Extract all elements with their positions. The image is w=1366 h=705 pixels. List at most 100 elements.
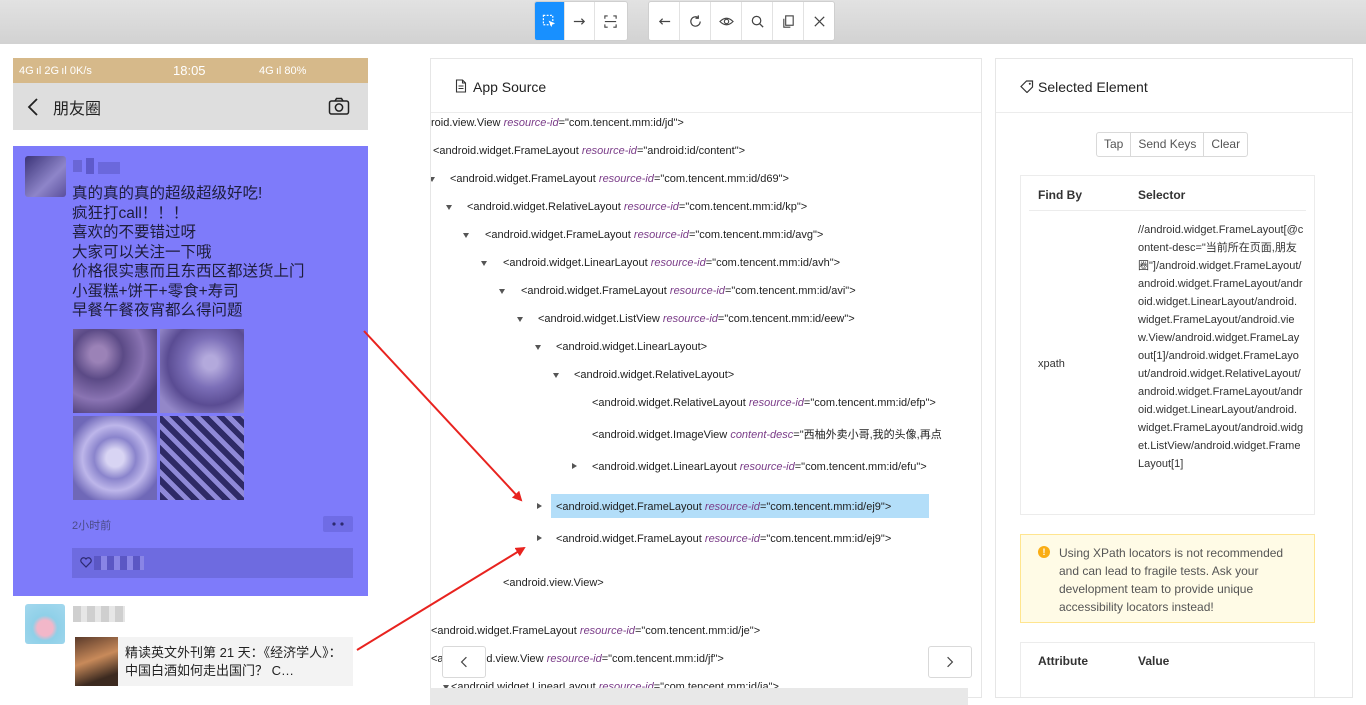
- node-attr-value: "com.tencent.mm:id/jd">: [565, 117, 684, 129]
- collapse-caret-icon[interactable]: [446, 205, 452, 210]
- post-image-4-qrcode[interactable]: [160, 416, 244, 500]
- post-image-2[interactable]: [160, 329, 244, 413]
- swipe-button[interactable]: [565, 2, 595, 40]
- tree-node[interactable]: roid.view.View resource-id="com.tencent.…: [431, 116, 684, 130]
- tree-node[interactable]: <android.widget.ListView resource-id="co…: [538, 312, 855, 326]
- node-attr-name: resource-id: [662, 313, 718, 325]
- show-hide-button[interactable]: [711, 2, 742, 40]
- blurred-liker-names: [94, 556, 144, 570]
- collapse-caret-icon[interactable]: [431, 177, 435, 182]
- camera-icon[interactable]: [328, 97, 350, 116]
- collapse-caret-icon[interactable]: [517, 317, 523, 322]
- node-attr-name: resource-id: [739, 461, 795, 473]
- post-line: 价格很实惠而且东西区都送货上门: [72, 263, 305, 280]
- tap-button[interactable]: Tap: [1097, 133, 1132, 156]
- clock-text: 18:05: [173, 63, 206, 78]
- tree-node[interactable]: <android.widget.ImageView content-desc="…: [592, 428, 942, 442]
- select-element-button[interactable]: [535, 2, 565, 40]
- node-attr-name: resource-id: [623, 201, 679, 213]
- user-avatar-2[interactable]: [25, 604, 65, 644]
- search-icon: [751, 15, 764, 28]
- back-arrow-icon[interactable]: [27, 98, 39, 116]
- node-attr-name: resource-id: [650, 257, 706, 269]
- send-keys-button[interactable]: Send Keys: [1131, 133, 1205, 156]
- expand-caret-icon[interactable]: [537, 535, 542, 541]
- expand-caret-icon[interactable]: [572, 463, 577, 469]
- scroll-right-button[interactable]: [928, 646, 972, 678]
- collapse-caret-icon[interactable]: [535, 345, 541, 350]
- battery-status-text: 4G ıl 80%: [259, 64, 307, 77]
- blurred-username-2[interactable]: [73, 606, 125, 622]
- xpath-warning-alert: ! Using XPath locators is not recommende…: [1020, 534, 1315, 623]
- tree-node[interactable]: <android.view.View>: [503, 576, 604, 590]
- warning-icon: !: [1038, 546, 1050, 558]
- article-thumbnail: [75, 637, 118, 686]
- post-line: 真的真的真的超级超级好吃!: [72, 185, 263, 202]
- selected-element-panel: Selected Element Tap Send Keys Clear Fin…: [995, 58, 1353, 698]
- inspector-toolbar: [0, 0, 1366, 44]
- post-line: 小蛋糕+饼干+零食+寿司: [72, 282, 239, 300]
- node-tag: <android.widget.LinearLayout: [592, 461, 737, 473]
- node-tag: <android.widget.FrameLayout: [433, 145, 579, 157]
- tree-node[interactable]: <android.widget.RelativeLayout resource-…: [592, 396, 936, 410]
- node-tag: <android.widget.ListView: [538, 313, 660, 325]
- post-image-1[interactable]: [73, 329, 157, 413]
- shared-article-card[interactable]: 精读英文外刊第 21 天：《经济学人》：中国白酒如何走出国门？ C…: [75, 637, 353, 686]
- tree-node[interactable]: <android.widget.FrameLayout resource-id=…: [556, 532, 891, 546]
- more-dots-icon: [332, 522, 344, 526]
- expand-caret-icon[interactable]: [537, 503, 542, 509]
- node-attr-value: ="com.tencent.mm:id/je">: [634, 625, 761, 637]
- search-button[interactable]: [742, 2, 773, 40]
- node-attr-value: ="com.tencent.mm:id/kp">: [678, 201, 808, 213]
- node-attr-value: ="com.tencent.mm:id/d69">: [653, 173, 789, 185]
- post-image-3[interactable]: [73, 416, 157, 500]
- tree-node-selected[interactable]: <android.widget.FrameLayout resource-id=…: [556, 500, 891, 514]
- tree-node[interactable]: <android.widget.RelativeLayout resource-…: [467, 200, 807, 214]
- tree-node[interactable]: <android.widget.LinearLayout resource-id…: [592, 460, 927, 474]
- back-button[interactable]: [649, 2, 680, 40]
- tree-node[interactable]: <android.widget.FrameLayout resource-id=…: [433, 144, 745, 158]
- device-screenshot[interactable]: 4G ıl 2G ıl 0K/s 18:05 4G ıl 80% 朋友圈 真的真…: [13, 58, 368, 688]
- collapse-caret-icon[interactable]: [499, 289, 505, 294]
- clear-button[interactable]: Clear: [1204, 133, 1247, 156]
- refresh-icon: [689, 14, 701, 27]
- node-attr-name: resource-id: [503, 117, 559, 129]
- tap-coordinates-button[interactable]: [595, 2, 625, 40]
- post-line: 喜欢的不要错过呀: [72, 224, 197, 241]
- feed-cover-edge: [13, 130, 368, 146]
- tree-node[interactable]: <android.widget.FrameLayout resource-id=…: [431, 624, 760, 638]
- node-attr-value: ="com.tencent.mm:id/ej9">: [759, 501, 892, 513]
- scroll-left-button[interactable]: [442, 646, 486, 678]
- node-tag: <android.widget.ImageView: [592, 429, 728, 441]
- blurred-username[interactable]: [73, 158, 133, 174]
- close-icon: [813, 15, 825, 27]
- feed-item-2[interactable]: 精读英文外刊第 21 天：《经济学人》：中国白酒如何走出国门？ C…: [13, 596, 368, 688]
- copy-button[interactable]: [773, 2, 804, 40]
- more-actions-button[interactable]: [323, 516, 353, 532]
- collapse-caret-icon[interactable]: [553, 373, 559, 378]
- user-avatar[interactable]: [25, 156, 66, 197]
- chevron-right-icon: [947, 656, 954, 668]
- value-header: Value: [1138, 654, 1170, 668]
- highlighted-feed-item[interactable]: 真的真的真的超级超级好吃! 疯狂打call！！！ 喜欢的不要错过呀 大家可以关注…: [13, 146, 368, 596]
- tree-node[interactable]: <android.widget.FrameLayout resource-id=…: [485, 228, 823, 242]
- collapse-caret-icon[interactable]: [463, 233, 469, 238]
- mode-button-group: [534, 1, 628, 41]
- post-line: 疯狂打call！！！: [72, 204, 189, 222]
- node-attr-name: resource-id: [546, 653, 602, 665]
- collapse-caret-icon[interactable]: [481, 261, 487, 266]
- tree-node[interactable]: <android.widget.LinearLayout>: [556, 340, 707, 354]
- horizontal-scrollbar[interactable]: [430, 688, 968, 705]
- tree-node[interactable]: <android.widget.FrameLayout resource-id=…: [521, 284, 856, 298]
- refresh-button[interactable]: [680, 2, 711, 40]
- tree-node[interactable]: <android.widget.LinearLayout resource-id…: [503, 256, 840, 270]
- post-time: 2小时前: [72, 520, 112, 532]
- node-attr-name: resource-id: [704, 533, 760, 545]
- quit-button[interactable]: [804, 2, 834, 40]
- xpath-selector-value[interactable]: //android.widget.FrameLayout[@content-de…: [1138, 221, 1304, 473]
- tag-icon: [1020, 80, 1034, 93]
- tree-node[interactable]: <android.widget.FrameLayout resource-id=…: [450, 172, 789, 186]
- tree-node[interactable]: <android.widget.RelativeLayout>: [574, 368, 734, 382]
- node-tag: <android.widget.FrameLayout: [521, 285, 667, 297]
- attribute-header: Attribute: [1038, 654, 1088, 668]
